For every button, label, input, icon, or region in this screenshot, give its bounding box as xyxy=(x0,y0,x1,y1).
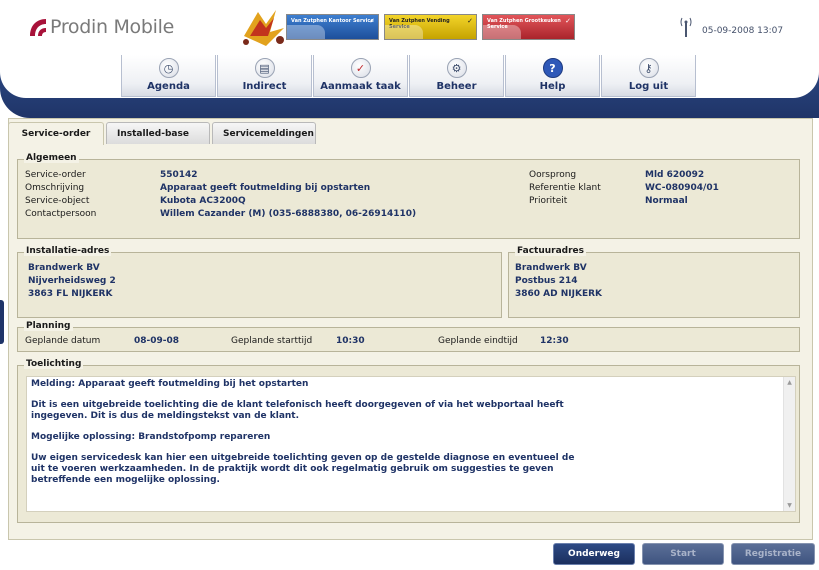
tab-servicemeldingen[interactable]: Servicemeldingen xyxy=(212,122,316,144)
section-planning: Planning Geplande datum 08-09-08 Gepland… xyxy=(17,321,800,352)
tab-installed-base[interactable]: Installed-base xyxy=(106,122,210,144)
toelichting-paragraph-4: Uw eigen servicedesk kan hier een uitgeb… xyxy=(31,453,575,485)
clock-icon: ◷ xyxy=(158,58,179,78)
value-referentie-klant: WC-080904/01 xyxy=(645,183,719,193)
onderweg-button[interactable]: Onderweg xyxy=(553,543,635,565)
label-prioriteit: Prioriteit xyxy=(529,196,568,206)
section-algemeen: Algemeen Service-order 550142 Omschrijvi… xyxy=(17,153,800,239)
question-icon: ? xyxy=(542,58,563,78)
value-prioriteit: Normaal xyxy=(645,196,688,206)
side-handle[interactable] xyxy=(0,300,4,344)
section-factuuradres: Factuuradres Brandwerk BV Postbus 214 38… xyxy=(508,246,800,318)
tab-bar: Service-order Installed-base Servicemeld… xyxy=(8,122,318,145)
section-title-toelichting: Toelichting xyxy=(24,359,84,369)
scroll-up-arrow-icon[interactable]: ▲ xyxy=(784,377,795,388)
key-icon: ⚷ xyxy=(638,58,659,78)
label-omschrijving: Omschrijving xyxy=(25,183,85,193)
value-geplande-starttijd: 10:30 xyxy=(336,336,365,346)
toelichting-paragraph-2: Dit is een uitgebreide toelichting die d… xyxy=(31,400,564,421)
app-name: Prodin Mobile xyxy=(50,16,174,38)
label-service-object: Service-object xyxy=(25,196,90,206)
app-header: Prodin Mobile Van Zutphen Kantoor Servic… xyxy=(0,0,819,58)
current-datetime: 05-09-2008 13:07 xyxy=(702,26,784,36)
toelichting-scrollbar[interactable]: ▲ ▼ xyxy=(783,377,795,511)
signal-antenna-icon xyxy=(680,17,692,37)
label-oorsprong: Oorsprong xyxy=(529,170,577,180)
label-service-order: Service-order xyxy=(25,170,86,180)
installatie-line-2: Nijverheidsweg 2 xyxy=(28,276,116,286)
value-geplande-eindtijd: 12:30 xyxy=(540,336,569,346)
main-nav: ◷ Agenda ▤ Indirect ✓ Aanmaak taak ⚙ Beh… xyxy=(121,55,697,97)
spark-logo-icon xyxy=(243,10,284,46)
nav-item-agenda[interactable]: ◷ Agenda xyxy=(121,55,216,97)
start-button[interactable]: Start xyxy=(642,543,724,565)
nav-item-help[interactable]: ? Help xyxy=(505,55,600,97)
brand-banner: Van Zutphen Kantoor Service ✓ Van Zutphen… xyxy=(236,6,581,46)
nav-item-beheer[interactable]: ⚙ Beheer xyxy=(409,55,504,97)
brand-tile-grootkeuken: Van Zutphen Grootkeuken Service ✓ xyxy=(482,14,575,40)
value-geplande-datum: 08-09-08 xyxy=(134,336,180,346)
section-toelichting: Toelichting Melding: Apparaat geeft fout… xyxy=(17,359,800,523)
app-logo: Prodin Mobile xyxy=(28,14,174,40)
brand-tile-kantoor: Van Zutphen Kantoor Service ✓ xyxy=(286,14,379,40)
registratie-button[interactable]: Registratie xyxy=(731,543,815,565)
label-referentie-klant: Referentie klant xyxy=(529,183,601,193)
document-icon: ▤ xyxy=(254,58,275,78)
toelichting-paragraph-3: Mogelijke oplossing: Brandstofpomp repar… xyxy=(31,432,271,442)
label-geplande-eindtijd: Geplande eindtijd xyxy=(438,336,518,346)
value-oorsprong: Mld 620092 xyxy=(645,170,705,180)
brand-tile-vending: Van Zutphen Vending Service ✓ xyxy=(384,14,477,40)
toelichting-paragraph-1: Melding: Apparaat geeft foutmelding bij … xyxy=(31,379,309,389)
label-geplande-datum: Geplande datum xyxy=(25,336,101,346)
factuur-line-2: Postbus 214 xyxy=(515,276,578,286)
scroll-down-arrow-icon[interactable]: ▼ xyxy=(784,500,795,511)
nav-item-log-uit[interactable]: ⚷ Log uit xyxy=(601,55,696,97)
checklist-icon: ✓ xyxy=(350,58,371,78)
section-title-algemeen: Algemeen xyxy=(24,153,79,163)
label-geplande-starttijd: Geplande starttijd xyxy=(231,336,313,346)
tab-service-order[interactable]: Service-order xyxy=(8,122,104,145)
factuur-line-1: Brandwerk BV xyxy=(515,263,587,273)
section-title-factuuradres: Factuuradres xyxy=(515,246,586,256)
value-service-object: Kubota AC3200Q xyxy=(160,196,246,206)
prodin-logo-icon xyxy=(30,19,46,36)
value-service-order: 550142 xyxy=(160,170,198,180)
installatie-line-3: 3863 FL NIJKERK xyxy=(28,289,113,299)
gear-icon: ⚙ xyxy=(446,58,467,78)
nav-item-aanmaak-taak[interactable]: ✓ Aanmaak taak xyxy=(313,55,408,97)
section-title-planning: Planning xyxy=(24,321,73,331)
factuur-line-3: 3860 AD NIJKERK xyxy=(515,289,603,299)
toelichting-textarea[interactable]: Melding: Apparaat geeft foutmelding bij … xyxy=(26,376,796,512)
nav-item-indirect[interactable]: ▤ Indirect xyxy=(217,55,312,97)
section-title-installatie-adres: Installatie-adres xyxy=(24,246,112,256)
value-contactpersoon: Willem Cazander (M) (035-6888380, 06-269… xyxy=(160,209,417,219)
section-installatie-adres: Installatie-adres Brandwerk BV Nijverhei… xyxy=(17,246,502,318)
label-contactpersoon: Contactpersoon xyxy=(25,209,97,219)
value-omschrijving: Apparaat geeft foutmelding bij opstarten xyxy=(160,183,371,193)
installatie-line-1: Brandwerk BV xyxy=(28,263,100,273)
